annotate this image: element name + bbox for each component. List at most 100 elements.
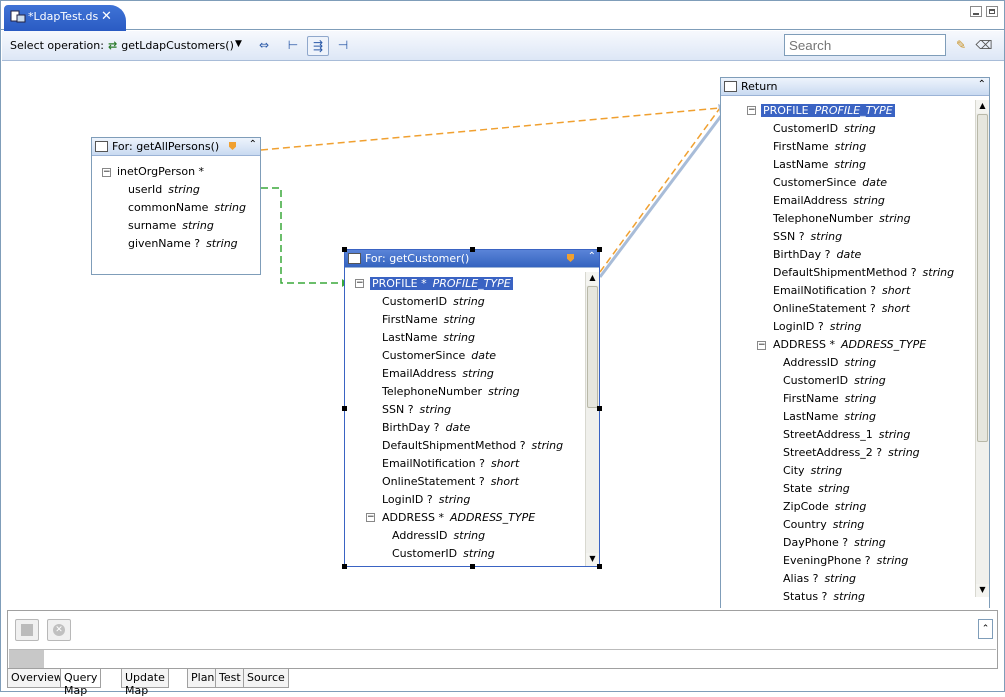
resize-handle[interactable]	[470, 564, 475, 569]
resize-handle[interactable]	[597, 564, 602, 569]
scroll-thumb[interactable]	[587, 286, 598, 408]
tree-root[interactable]: PROFILE PROFILE_TYPE	[761, 104, 895, 117]
delete-mapping-icon[interactable]: ⌫	[973, 36, 995, 56]
tree-field[interactable]: CustomerSince date	[382, 349, 496, 362]
tree-field[interactable]: TelephoneNumber string	[773, 212, 911, 225]
collapse-tree-icon[interactable]: −	[757, 341, 766, 350]
collapse-icon[interactable]: ⌃	[249, 139, 257, 150]
tree-map-icon[interactable]: ⇶	[307, 36, 329, 56]
resize-handle[interactable]	[342, 564, 347, 569]
tree-field[interactable]: CustomerID string	[783, 374, 886, 387]
tree-field[interactable]: FirstName string	[382, 313, 475, 326]
tree-field[interactable]: surname string	[128, 219, 214, 232]
collapse-tree-icon[interactable]: −	[366, 513, 375, 522]
panel-button[interactable]	[15, 619, 39, 641]
scroll-down-icon[interactable]: ▼	[976, 584, 989, 597]
scroll-up-icon[interactable]: ▲	[586, 272, 599, 285]
vertical-scrollbar[interactable]: ▲ ▼	[585, 272, 599, 566]
tree-field[interactable]: EmailNotification ? short	[382, 457, 519, 470]
tree-field[interactable]: EmailNotification ? short	[773, 284, 910, 297]
tree-field[interactable]: CustomerID string	[392, 547, 495, 560]
tree-field[interactable]: givenName ? string	[128, 237, 238, 250]
tree-node-address[interactable]: ADDRESS * ADDRESS_TYPE	[773, 338, 926, 351]
tree-field[interactable]: StreetAddress_1 string	[783, 428, 910, 441]
pin-icon[interactable]: ✎	[950, 36, 972, 56]
tree-field[interactable]: userId string	[128, 183, 200, 196]
tree-field[interactable]: BirthDay ? date	[773, 248, 861, 261]
for-customer-box[interactable]: For: getCustomer() ⌃ − PROFILE * PROFILE_…	[342, 247, 602, 569]
tab-source[interactable]: Source	[243, 669, 289, 688]
tree-root[interactable]: PROFILE * PROFILE_TYPE	[370, 277, 513, 290]
editor-tab[interactable]: *LdapTest.ds ✕	[4, 5, 126, 31]
vertical-scrollbar[interactable]: ▲ ▼	[975, 100, 989, 597]
tree-field[interactable]: ZipCode string	[783, 500, 866, 513]
collapse-tree-icon[interactable]: −	[355, 279, 364, 288]
tree-field[interactable]: CustomerID string	[773, 122, 876, 135]
clear-button[interactable]: ✕	[47, 619, 71, 641]
tree-field[interactable]: SSN ? string	[773, 230, 842, 243]
resize-handle[interactable]	[597, 247, 602, 252]
collapse-icon[interactable]: ⌃	[978, 79, 986, 90]
tab-query-map[interactable]: Query Map	[60, 669, 102, 697]
tree-field[interactable]: Alias ? string	[783, 572, 856, 585]
tree-field[interactable]: EmailAddress string	[773, 194, 885, 207]
tree-field[interactable]: OnlineStatement ? short	[382, 475, 519, 488]
scroll-thumb[interactable]	[977, 114, 988, 442]
tree-field[interactable]: FirstName string	[783, 392, 876, 405]
tree-field[interactable]: DayPhone ? string	[783, 536, 886, 549]
tree-field[interactable]: DefaultShipmentMethod ? string	[382, 439, 563, 452]
tab-plan[interactable]: Plan	[187, 669, 219, 688]
tree-root[interactable]: inetOrgPerson *	[117, 165, 204, 178]
resize-handle[interactable]	[342, 406, 347, 411]
tree-field[interactable]: LastName string	[783, 410, 876, 423]
tree-field[interactable]: Status ? string	[783, 590, 865, 603]
collapse-tree-icon[interactable]: −	[747, 106, 756, 115]
resize-handle[interactable]	[597, 406, 602, 411]
tree-field[interactable]: EveningPhone ? string	[783, 554, 908, 567]
for-persons-box[interactable]: For: getAllPersons() ⌃ − inetOrgPerson *…	[91, 137, 261, 275]
resize-handle[interactable]	[470, 247, 475, 252]
tree-field[interactable]: City string	[783, 464, 842, 477]
tree-field[interactable]: AddressID string	[783, 356, 876, 369]
collapse-tree-icon[interactable]: −	[102, 168, 111, 177]
tree-node-address[interactable]: ADDRESS * ADDRESS_TYPE	[382, 511, 535, 524]
close-tab-icon[interactable]: ✕	[101, 9, 112, 24]
minimize-icon[interactable]	[970, 6, 982, 17]
collapse-icon[interactable]: ⌃	[588, 251, 596, 262]
return-header[interactable]: Return ⌃	[721, 78, 989, 96]
tree-field[interactable]: commonName string	[128, 201, 246, 214]
tree-field[interactable]: LastName string	[773, 158, 866, 171]
resize-handle[interactable]	[342, 247, 347, 252]
chevron-down-icon[interactable]: ▼	[235, 39, 242, 49]
tree-field[interactable]: CustomerID string	[382, 295, 485, 308]
expression-field[interactable]	[9, 649, 996, 668]
tree-left-icon[interactable]: ⊢	[282, 36, 304, 56]
tree-field[interactable]: FirstName string	[773, 140, 866, 153]
swap-arrows-icon[interactable]: ⇔	[253, 36, 275, 56]
search-input[interactable]	[784, 34, 946, 56]
tab-update-map[interactable]: Update Map	[121, 669, 169, 697]
tree-field[interactable]: LoginID ? string	[382, 493, 470, 506]
tree-right-icon[interactable]: ⊣	[332, 36, 354, 56]
for-customer-header[interactable]: For: getCustomer() ⌃	[345, 250, 599, 268]
return-box[interactable]: Return ⌃ − PROFILE PROFILE_TYPE CustomerI…	[720, 77, 990, 608]
tab-overview[interactable]: Overview	[7, 669, 67, 688]
tree-field[interactable]: State string	[783, 482, 850, 495]
maximize-icon[interactable]	[986, 6, 998, 17]
operation-select[interactable]: ⇄ getLdapCustomers()	[108, 39, 234, 52]
tree-field[interactable]: LoginID ? string	[773, 320, 861, 333]
tree-field[interactable]: TelephoneNumber string	[382, 385, 520, 398]
tab-test[interactable]: Test	[215, 669, 245, 688]
tree-field[interactable]: DefaultShipmentMethod ? string	[773, 266, 954, 279]
tree-field[interactable]: BirthDay ? date	[382, 421, 470, 434]
tree-field[interactable]: StreetAddress_2 ? string	[783, 446, 920, 459]
tree-field[interactable]: OnlineStatement ? short	[773, 302, 910, 315]
tree-field[interactable]: SSN ? string	[382, 403, 451, 416]
scroll-up-icon[interactable]: ▲	[976, 100, 989, 113]
tree-field[interactable]: CustomerSince date	[773, 176, 887, 189]
tree-field[interactable]: AddressID string	[392, 529, 485, 542]
mapping-canvas[interactable]: For: getAllPersons() ⌃ − inetOrgPerson *…	[2, 62, 1004, 608]
expand-panel-icon[interactable]: ⌃	[978, 619, 993, 639]
for-persons-header[interactable]: For: getAllPersons() ⌃	[92, 138, 260, 156]
tree-field[interactable]: EmailAddress string	[382, 367, 494, 380]
